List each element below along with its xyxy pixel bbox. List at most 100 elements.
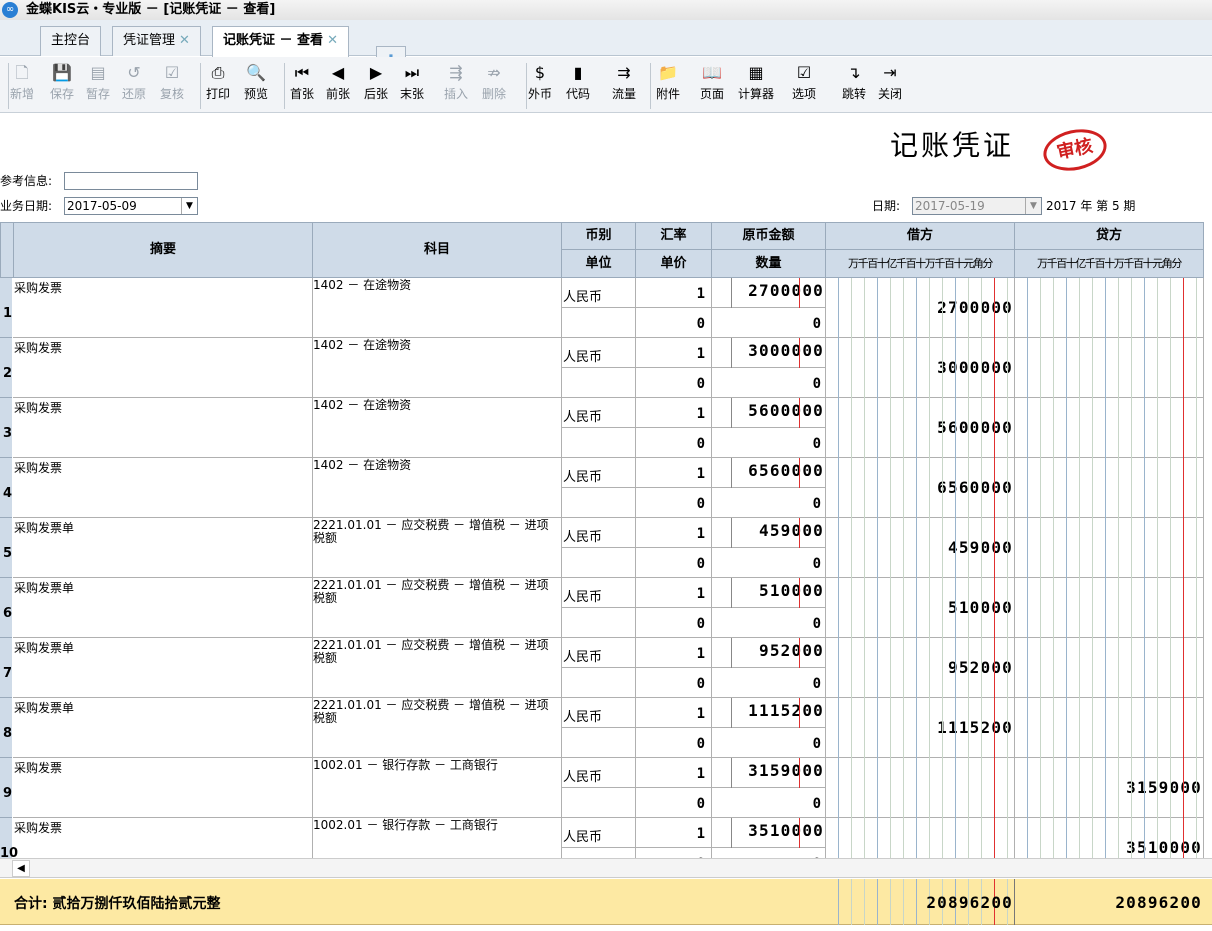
currency-cell[interactable]: 人民币 — [561, 638, 636, 668]
unit-cell[interactable] — [561, 788, 636, 818]
unit-cell[interactable] — [561, 848, 636, 858]
price-cell[interactable] — [635, 308, 712, 338]
row-number[interactable]: 10 — [0, 818, 18, 858]
row-number[interactable]: 7 — [0, 638, 12, 698]
summary-cell[interactable]: 采购发票 — [13, 338, 313, 398]
credit-cell[interactable] — [1014, 278, 1204, 338]
summary-cell[interactable]: 采购发票单 — [13, 638, 313, 698]
unit-cell[interactable] — [561, 308, 636, 338]
tab-voucher-view[interactable]: 记账凭证 － 查看 ✕ — [212, 26, 349, 57]
toolbar-button-close-door[interactable]: ⇥ 关闭 — [878, 61, 902, 109]
row-number[interactable]: 1 — [0, 278, 12, 338]
debit-cell[interactable] — [825, 818, 1015, 858]
toolbar-button-last[interactable]: ⏭ 末张 — [400, 61, 424, 109]
toolbar-button-folder[interactable]: 📁 附件 — [656, 61, 680, 109]
credit-cell[interactable] — [1014, 338, 1204, 398]
unit-cell[interactable] — [561, 728, 636, 758]
toolbar-button-new-doc[interactable]: 🗋 新增 — [10, 61, 34, 109]
toolbar-button-restore[interactable]: ↺ 还原 — [122, 61, 146, 109]
price-cell[interactable] — [635, 728, 712, 758]
unit-cell[interactable] — [561, 608, 636, 638]
rate-cell[interactable] — [635, 698, 712, 728]
unit-cell[interactable] — [561, 548, 636, 578]
price-cell[interactable] — [635, 428, 712, 458]
toolbar-button-code[interactable]: ▮ 代码 — [566, 61, 590, 109]
price-cell[interactable] — [635, 788, 712, 818]
toolbar-button-insert-row[interactable]: ⇶ 插入 — [444, 61, 468, 109]
price-cell[interactable] — [635, 848, 712, 858]
currency-cell[interactable]: 人民币 — [561, 818, 636, 848]
account-cell[interactable]: 1002.01 － 银行存款 － 工商银行 — [312, 818, 562, 858]
toolbar-button-jump[interactable]: ↴ 跳转 — [842, 61, 866, 109]
toolbar-button-save[interactable]: 💾 保存 — [50, 61, 74, 109]
currency-cell[interactable]: 人民币 — [561, 758, 636, 788]
toolbar-button-options[interactable]: ☑ 选项 — [792, 61, 816, 109]
rate-cell[interactable] — [635, 458, 712, 488]
account-cell[interactable]: 1402 － 在途物资 — [312, 398, 562, 458]
rate-cell[interactable] — [635, 578, 712, 608]
toolbar-button-delete-row[interactable]: ⇏ 删除 — [482, 61, 506, 109]
credit-cell[interactable] — [1014, 518, 1204, 578]
summary-cell[interactable]: 采购发票单 — [13, 698, 313, 758]
toolbar-button-book[interactable]: 📖 页面 — [700, 61, 724, 109]
summary-cell[interactable]: 采购发票 — [13, 818, 313, 858]
credit-cell[interactable] — [1014, 398, 1204, 458]
price-cell[interactable] — [635, 548, 712, 578]
toolbar-button-currency[interactable]: $ 外币 — [528, 61, 552, 109]
credit-cell[interactable] — [1014, 578, 1204, 638]
toolbar-button-first[interactable]: ⏮ 首张 — [290, 61, 314, 109]
summary-cell[interactable]: 采购发票单 — [13, 578, 313, 638]
horizontal-scrollbar[interactable]: ◀ — [0, 858, 1212, 878]
price-cell[interactable] — [635, 368, 712, 398]
credit-cell[interactable] — [1014, 698, 1204, 758]
account-cell[interactable]: 1402 － 在途物资 — [312, 458, 562, 518]
currency-cell[interactable]: 人民币 — [561, 458, 636, 488]
currency-cell[interactable]: 人民币 — [561, 518, 636, 548]
row-number[interactable]: 6 — [0, 578, 12, 638]
currency-cell[interactable]: 人民币 — [561, 338, 636, 368]
rate-cell[interactable] — [635, 638, 712, 668]
close-icon[interactable]: ✕ — [179, 33, 190, 48]
account-cell[interactable]: 2221.01.01 － 应交税费 － 增值税 － 进项税额 — [312, 698, 562, 758]
tab-console[interactable]: 主控台 — [40, 26, 102, 56]
account-cell[interactable]: 2221.01.01 － 应交税费 － 增值税 － 进项税额 — [312, 638, 562, 698]
tab-voucher-management[interactable]: 凭证管理 ✕ — [112, 26, 201, 56]
summary-cell[interactable]: 采购发票 — [13, 458, 313, 518]
row-number[interactable]: 8 — [0, 698, 12, 758]
price-cell[interactable] — [635, 608, 712, 638]
currency-cell[interactable]: 人民币 — [561, 698, 636, 728]
toolbar-button-preview[interactable]: 🔍 预览 — [244, 61, 268, 109]
debit-cell[interactable] — [825, 758, 1015, 818]
price-cell[interactable] — [635, 488, 712, 518]
credit-cell[interactable] — [1014, 638, 1204, 698]
chevron-down-icon[interactable]: ▼ — [181, 198, 197, 214]
rate-cell[interactable] — [635, 818, 712, 848]
price-cell[interactable] — [635, 668, 712, 698]
rate-cell[interactable] — [635, 518, 712, 548]
chevron-down-icon[interactable]: ▼ — [1025, 198, 1041, 214]
row-number[interactable]: 2 — [0, 338, 12, 398]
close-icon[interactable]: ✕ — [327, 33, 338, 48]
row-number[interactable]: 9 — [0, 758, 12, 818]
scroll-left-icon[interactable]: ◀ — [12, 860, 30, 877]
currency-cell[interactable]: 人民币 — [561, 578, 636, 608]
summary-cell[interactable]: 采购发票单 — [13, 518, 313, 578]
ref-info-input[interactable] — [64, 172, 198, 190]
toolbar-button-calculator[interactable]: ▦ 计算器 — [738, 61, 774, 109]
toolbar-button-temp-save[interactable]: ▤ 暂存 — [86, 61, 110, 109]
unit-cell[interactable] — [561, 428, 636, 458]
rate-cell[interactable] — [635, 758, 712, 788]
date-input[interactable]: 2017-05-19 ▼ — [912, 197, 1042, 215]
rate-cell[interactable] — [635, 398, 712, 428]
biz-date-input[interactable]: 2017-05-09 ▼ — [64, 197, 198, 215]
rate-cell[interactable] — [635, 278, 712, 308]
account-cell[interactable]: 2221.01.01 － 应交税费 － 增值税 － 进项税额 — [312, 518, 562, 578]
unit-cell[interactable] — [561, 368, 636, 398]
toolbar-button-cashflow[interactable]: ⇉ 流量 — [612, 61, 636, 109]
credit-cell[interactable] — [1014, 458, 1204, 518]
toolbar-button-prev[interactable]: ◀ 前张 — [326, 61, 350, 109]
summary-cell[interactable]: 采购发票 — [13, 758, 313, 818]
rate-cell[interactable] — [635, 338, 712, 368]
row-number[interactable]: 4 — [0, 458, 12, 518]
account-cell[interactable]: 1402 － 在途物资 — [312, 338, 562, 398]
